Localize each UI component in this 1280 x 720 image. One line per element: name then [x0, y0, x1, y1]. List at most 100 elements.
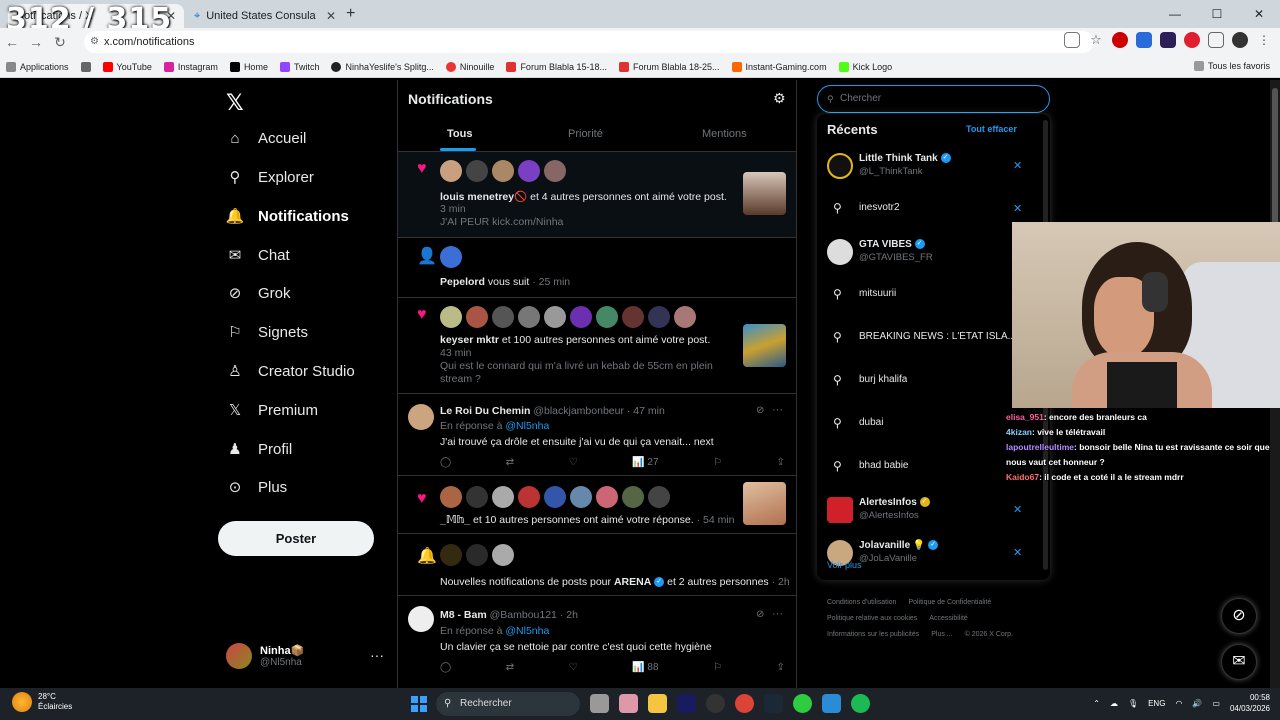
messages-floating-button[interactable]: ✉ [1221, 644, 1257, 680]
account-more-icon[interactable]: ··· [370, 647, 384, 663]
minimize-icon[interactable]: — [1154, 0, 1196, 28]
volume-icon[interactable]: 🔊 [1192, 699, 1202, 708]
new-tab-button[interactable]: + [346, 5, 355, 23]
tray-app-icon[interactable]: ☁ [1110, 699, 1118, 708]
grok-icon[interactable]: ⊘ [756, 609, 764, 620]
chrome-icon[interactable] [735, 694, 754, 713]
notification-item[interactable]: ♥ louis menetrey🚫 et 4 autres personnes … [398, 152, 796, 238]
footer-link[interactable]: Conditions d'utilisation [827, 599, 896, 606]
app-icon[interactable] [793, 694, 812, 713]
nav-grok[interactable]: ⊘ Grok [226, 284, 291, 303]
obs-icon[interactable] [706, 694, 725, 713]
recent-user[interactable]: AlertesInfos ✓ @AlertesInfos ✕ [827, 493, 1039, 529]
user-name[interactable]: Pepelord [440, 276, 485, 288]
reply-handle[interactable]: @Nl5nha [505, 625, 549, 637]
back-icon[interactable]: ← [0, 34, 24, 50]
tab-priority[interactable]: Priorité [568, 128, 603, 140]
recent-query[interactable]: ⚲ BREAKING NEWS : L'ÉTAT ISLA... [827, 321, 1039, 357]
avatar[interactable] [648, 486, 670, 508]
avatar[interactable] [466, 486, 488, 508]
extension-icon[interactable] [1112, 32, 1128, 48]
recent-user[interactable]: GTA VIBES ✓ @GTAVIBES_FR [827, 235, 1039, 271]
avatar[interactable] [492, 306, 514, 328]
recent-user[interactable]: Little Think Tank ✓ @L_ThinkTank ✕ [827, 149, 1039, 185]
url-field[interactable]: ⚙ x.com/notifications [84, 31, 1094, 53]
avatar[interactable] [570, 306, 592, 328]
premiere-icon[interactable] [677, 694, 696, 713]
more-icon[interactable]: ··· [772, 608, 783, 620]
microphone-icon[interactable]: 🎙 [1128, 699, 1138, 708]
bookmark-kick[interactable]: Kick Logo [838, 61, 892, 72]
avatar[interactable] [596, 306, 618, 328]
gear-icon[interactable]: ⚙ [773, 90, 786, 107]
post-thumbnail[interactable] [743, 324, 786, 367]
notification-item[interactable]: ♥ _𝕄𝕙_ et 10 autres personnes ont aimé v… [398, 476, 796, 534]
notification-item[interactable]: 🔔 Nouvelles notifications de posts pour … [398, 534, 796, 596]
remove-icon[interactable]: ✕ [1013, 159, 1022, 172]
clock[interactable]: 00:58 04/03/2026 [1230, 692, 1270, 714]
footer-link[interactable]: Politique de Confidentialité [908, 599, 991, 606]
footer-link[interactable]: Plus ... [931, 631, 952, 638]
avatar[interactable] [440, 306, 462, 328]
avatar[interactable] [466, 160, 488, 182]
bookmark-youtube[interactable]: YouTube [102, 61, 152, 72]
site-info-icon[interactable]: ⚙ [90, 31, 99, 53]
account-switcher[interactable]: Ninha📦 @Nl5nha [226, 643, 304, 669]
nav-profile[interactable]: ♟ Profil [226, 440, 292, 459]
avatar[interactable] [466, 544, 488, 566]
post-button[interactable]: Poster [218, 521, 374, 556]
user-name[interactable]: _𝕄𝕙_ [440, 514, 470, 526]
avatar[interactable] [570, 486, 592, 508]
footer-link[interactable]: Politique relative aux cookies [827, 615, 917, 622]
like-icon[interactable]: ♡ [569, 662, 578, 673]
retweet-icon[interactable]: ⇄ [506, 457, 514, 468]
file-explorer-icon[interactable] [590, 694, 609, 713]
notification-item[interactable]: 👤 Pepelord vous suit · 25 min [398, 238, 796, 298]
tab-mentions[interactable]: Mentions [702, 128, 747, 140]
avatar[interactable] [492, 544, 514, 566]
extension-icon[interactable] [1160, 32, 1176, 48]
all-bookmarks[interactable]: Tous les favoris [1193, 61, 1270, 71]
tab-all[interactable]: Tous [447, 128, 472, 140]
extension-icon[interactable] [1136, 32, 1152, 48]
bookmark-grid[interactable] [80, 61, 91, 72]
avatar[interactable] [440, 160, 462, 182]
wifi-icon[interactable]: ◠ [1175, 699, 1182, 708]
close-tab-icon[interactable]: ✕ [326, 9, 336, 23]
bookmark-forum-18-25[interactable]: Forum Blabla 18-25... [618, 61, 720, 72]
post-thumbnail[interactable] [743, 482, 786, 525]
reply-post[interactable]: M8 - Bam @Bambou121 · 2h ⊘ ··· En répons… [398, 596, 796, 688]
avatar[interactable] [596, 486, 618, 508]
remove-icon[interactable]: ✕ [1013, 546, 1022, 559]
tray-chevron-icon[interactable]: ⌃ [1093, 699, 1100, 708]
avatar[interactable] [440, 246, 462, 268]
bookmark-splitgate[interactable]: NinhaYeslife's Splitg... [331, 61, 434, 72]
retweet-icon[interactable]: ⇄ [506, 662, 514, 673]
reply-post[interactable]: Le Roi Du Chemin @blackjambonbeur · 47 m… [398, 394, 796, 476]
bookmark-icon[interactable]: ⚐ [713, 662, 722, 673]
star-icon[interactable]: ☆ [1088, 32, 1104, 48]
views-count[interactable]: 📊 88 [632, 662, 658, 673]
install-icon[interactable] [1064, 32, 1080, 48]
reply-icon[interactable]: ◯ [440, 457, 451, 468]
user-name[interactable]: ARENA [614, 576, 651, 588]
browser-menu-icon[interactable]: ⋮ [1256, 32, 1272, 48]
taskbar-search[interactable]: ⚲ Rechercher [436, 692, 580, 716]
tab-consulate[interactable]: ⌖ United States Consulate Dubai ✕ [186, 4, 344, 28]
nav-creator-studio[interactable]: ♙ Creator Studio [226, 362, 354, 381]
recent-query[interactable]: ⚲ burj khalifa [827, 364, 1039, 400]
profile-avatar-icon[interactable] [1232, 32, 1248, 48]
notification-item[interactable]: ♥ keyser mktr et 100 autres personnes on… [398, 298, 796, 394]
bookmark-twitch[interactable]: Twitch [279, 61, 319, 72]
avatar[interactable] [492, 486, 514, 508]
x-logo-icon[interactable]: 𝕏 [226, 90, 244, 116]
bookmark-ninouille[interactable]: Ninouille [445, 61, 494, 72]
share-icon[interactable]: ⇪ [777, 662, 785, 673]
nav-chat[interactable]: ✉ Chat [226, 246, 290, 265]
avatar[interactable] [622, 486, 644, 508]
avatar[interactable] [518, 306, 540, 328]
avatar[interactable] [408, 606, 434, 632]
avatar[interactable] [544, 160, 566, 182]
post-thumbnail[interactable] [743, 172, 786, 215]
avatar[interactable] [408, 404, 434, 430]
